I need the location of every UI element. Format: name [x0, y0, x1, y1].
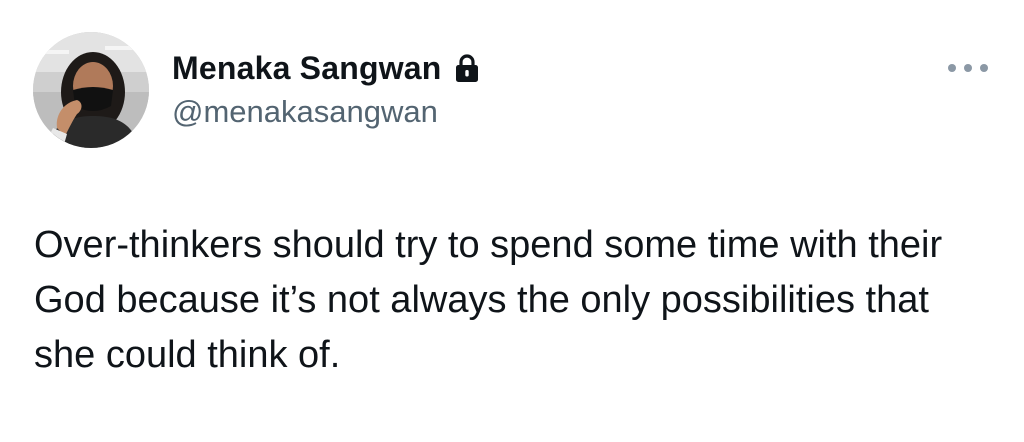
more-options-button[interactable]: [942, 56, 994, 80]
author-handle[interactable]: @menakasangwan: [172, 94, 438, 130]
avatar[interactable]: [33, 32, 149, 148]
display-name[interactable]: Menaka Sangwan: [172, 50, 442, 87]
profile-photo: [33, 32, 149, 148]
tweet-text: Over-thinkers should try to spend some t…: [34, 224, 943, 376]
author-name-row: Menaka Sangwan: [172, 48, 480, 88]
more-horizontal-icon: [948, 64, 988, 72]
lock-icon: [454, 53, 480, 83]
tweet-card: Menaka Sangwan @menakasangwan Over-think…: [0, 0, 1024, 442]
